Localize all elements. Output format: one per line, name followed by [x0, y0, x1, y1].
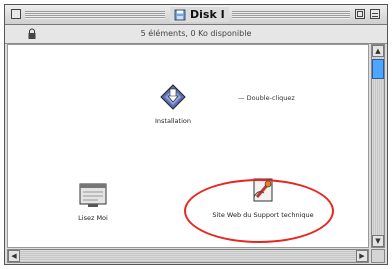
zoom-box[interactable] — [355, 9, 365, 19]
window-content: Installation — Double-cliquez Lisez Moi … — [7, 44, 369, 248]
window-title: Disk I — [170, 7, 229, 22]
vertical-scrollbar[interactable]: ▲ ▼ — [371, 44, 385, 248]
readme-label: Lisez Moi — [78, 214, 108, 222]
title-stripes-left — [25, 11, 165, 19]
resize-box[interactable] — [371, 249, 385, 263]
scroll-down-button[interactable]: ▼ — [372, 235, 384, 247]
readme-item[interactable]: Lisez Moi — [63, 182, 123, 222]
collapse-box[interactable] — [370, 9, 380, 19]
scroll-right-button[interactable]: ▶ — [356, 250, 368, 262]
scroll-left-button[interactable]: ◀ — [8, 250, 20, 262]
finder-window: Disk I 5 éléments, 0 Ko disponible Insta… — [4, 4, 388, 265]
highlight-circle — [184, 179, 334, 243]
scroll-thumb[interactable] — [372, 59, 384, 79]
installer-item[interactable]: Installation — [138, 83, 208, 125]
scroll-up-button[interactable]: ▲ — [372, 45, 384, 57]
close-box[interactable] — [11, 9, 21, 19]
horizontal-scrollbar[interactable]: ◀ ▶ — [7, 249, 369, 263]
document-icon — [79, 183, 107, 207]
window-title-text: Disk I — [190, 8, 225, 21]
title-bar[interactable]: Disk I — [5, 5, 387, 25]
info-text: 5 éléments, 0 Ko disponible — [140, 29, 252, 38]
title-stripes-right — [232, 11, 350, 19]
alias-label: — Double-cliquez — [238, 94, 295, 102]
info-bar: 5 éléments, 0 Ko disponible — [5, 25, 387, 44]
installer-icon — [160, 84, 186, 110]
installer-label: Installation — [154, 117, 191, 125]
disk-icon — [174, 9, 186, 20]
